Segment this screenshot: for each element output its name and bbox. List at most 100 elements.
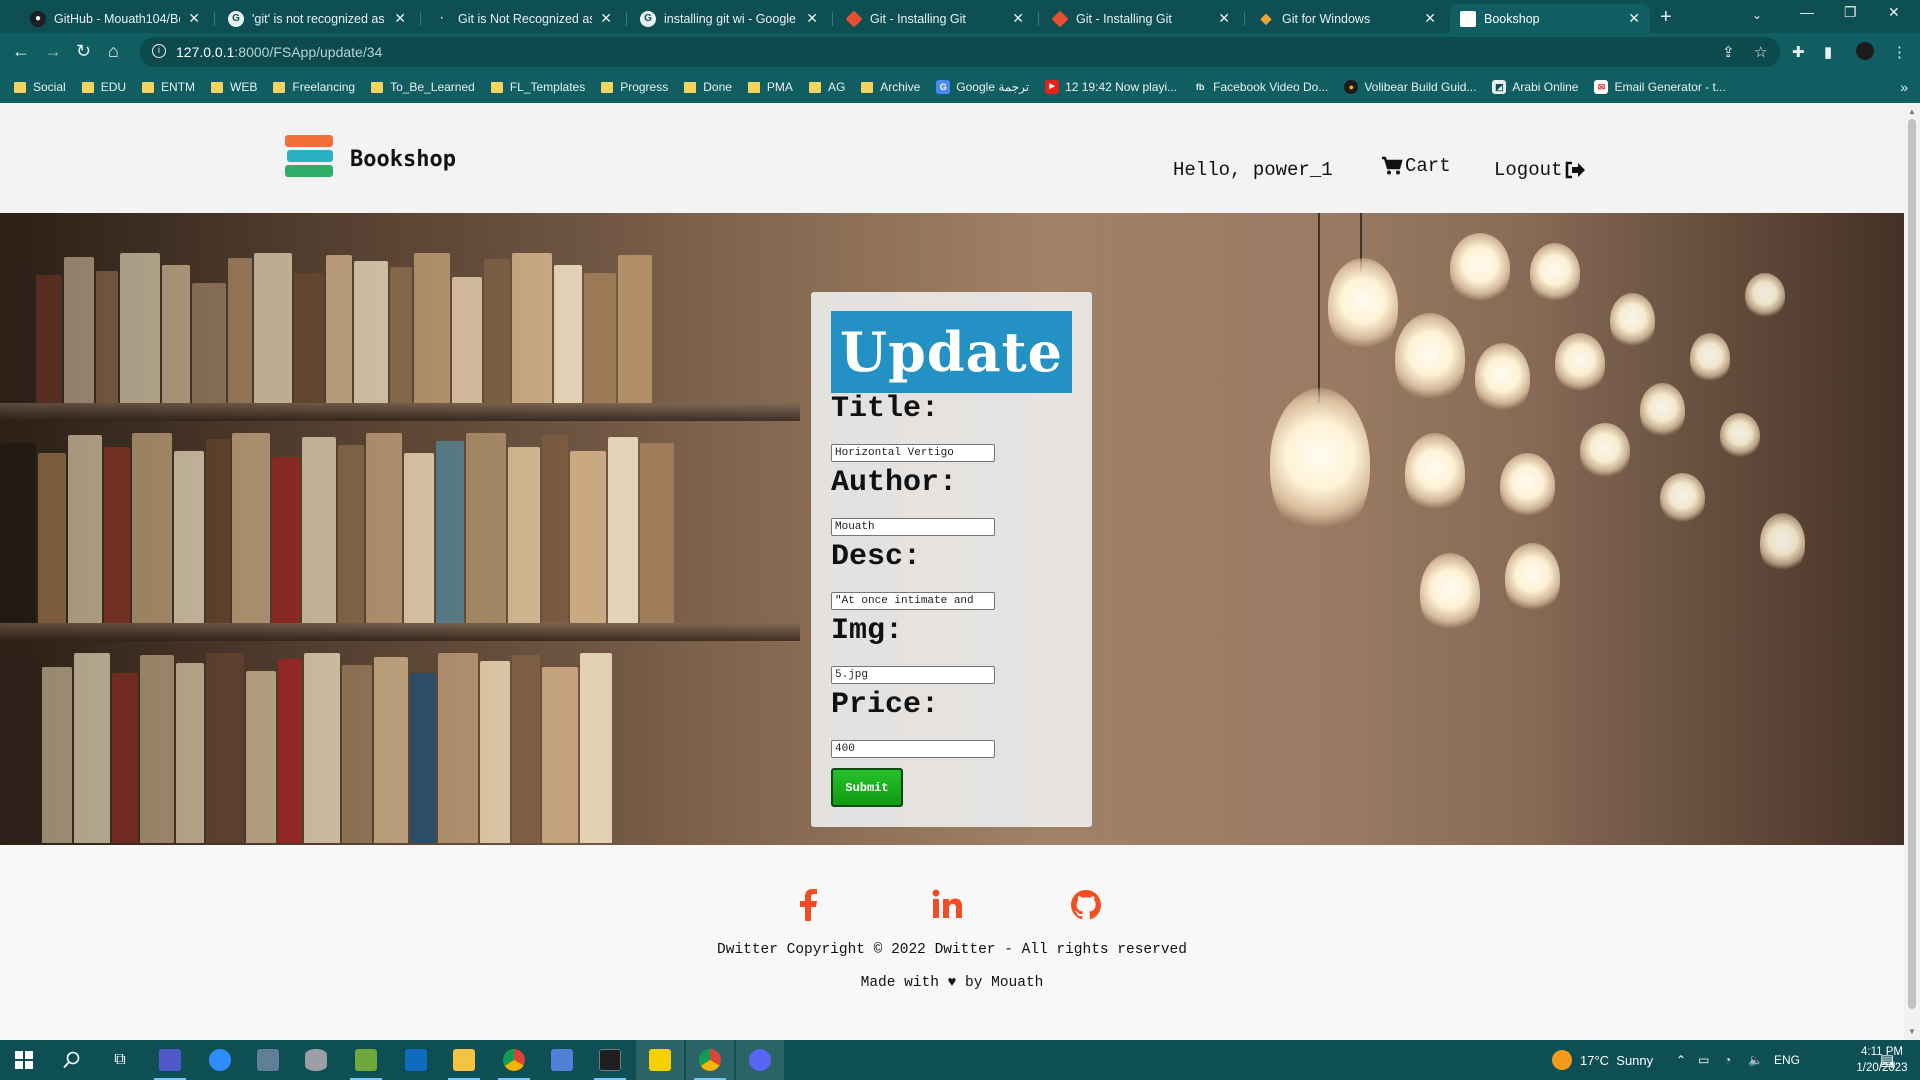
bookmark-label: Freelancing xyxy=(292,80,356,94)
bookshop-logo-icon[interactable] xyxy=(285,133,335,183)
tab-google-search-1[interactable]: G 'git' is not recognized as an ✕ xyxy=(218,4,416,33)
title-input[interactable] xyxy=(831,444,995,462)
close-icon[interactable]: ✕ xyxy=(600,10,612,27)
taskbar-app-zoom[interactable] xyxy=(196,1040,244,1080)
logo-book xyxy=(285,165,333,177)
bookmark-google-translate[interactable]: G Google ترجمة xyxy=(936,80,1029,94)
taskbar-app-excel-tool[interactable] xyxy=(342,1040,390,1080)
home-icon[interactable]: ⌂ xyxy=(108,41,119,62)
menu-kebab-icon[interactable]: ⋮ xyxy=(1892,43,1907,61)
tab-github[interactable]: ● GitHub - Mouath104/Book ✕ xyxy=(20,4,210,33)
price-input[interactable] xyxy=(831,740,995,758)
close-icon[interactable]: ✕ xyxy=(1424,10,1436,27)
close-icon[interactable]: ✕ xyxy=(806,10,818,27)
bookmark-arabi-online[interactable]: ◩ Arabi Online xyxy=(1492,80,1578,94)
taskbar-app-sticky-notes[interactable] xyxy=(636,1040,684,1080)
volume-icon[interactable]: 🔈 xyxy=(1748,1040,1763,1080)
taskbar-app-teams[interactable] xyxy=(146,1040,194,1080)
site-brand[interactable]: Bookshop xyxy=(350,147,456,172)
notifications-icon[interactable]: ▤ 8 xyxy=(1880,1040,1895,1080)
wifi-icon[interactable]: ◔ xyxy=(1724,1040,1731,1080)
bookmark-folder[interactable]: Freelancing xyxy=(273,80,355,94)
address-bar[interactable]: i 127.0.0.1:8000/FSApp/update/34 xyxy=(140,37,1780,67)
img-input[interactable] xyxy=(831,666,995,684)
close-icon[interactable]: ✕ xyxy=(188,10,200,27)
battery-icon[interactable]: ▭ xyxy=(1698,1040,1709,1080)
start-button[interactable] xyxy=(0,1040,48,1080)
back-arrow-icon[interactable]: ← xyxy=(12,41,30,62)
task-view-icon: ⧉ xyxy=(114,1051,126,1068)
bookmark-folder[interactable]: Done xyxy=(684,80,732,94)
desc-input[interactable] xyxy=(831,592,995,610)
tab-google-search-2[interactable]: G installing git wi - Google S ✕ xyxy=(630,4,828,33)
side-panel-icon[interactable]: ▮ xyxy=(1824,43,1832,61)
bookmark-folder[interactable]: Archive xyxy=(861,80,920,94)
bookmark-facebook-video[interactable]: fb Facebook Video Do... xyxy=(1193,80,1328,94)
bookmark-email-generator[interactable]: ✉ Email Generator - t... xyxy=(1594,80,1726,94)
close-icon[interactable]: ✕ xyxy=(1628,10,1640,27)
scroll-thumb[interactable] xyxy=(1908,119,1916,1009)
language-indicator[interactable]: ENG xyxy=(1774,1040,1800,1080)
bookmark-folder[interactable]: ENTM xyxy=(142,80,195,94)
task-view-button[interactable]: ⧉ xyxy=(96,1040,144,1080)
author-input[interactable] xyxy=(831,518,995,536)
taskbar-app-database[interactable] xyxy=(292,1040,340,1080)
taskbar-app-file-explorer[interactable] xyxy=(440,1040,488,1080)
tab-git-not-recognized[interactable]: · Git is Not Recognized as an ✕ xyxy=(424,4,622,33)
cart-link[interactable]: Cart xyxy=(1381,155,1451,177)
logout-link[interactable]: Logout xyxy=(1494,159,1586,181)
bookmarks-overflow-icon[interactable]: » xyxy=(1900,79,1908,95)
site-info-icon[interactable]: i xyxy=(152,44,166,58)
profile-avatar[interactable] xyxy=(1856,42,1874,60)
share-icon[interactable]: ⇪ xyxy=(1722,43,1735,61)
taskbar-app-terminal[interactable] xyxy=(586,1040,634,1080)
taskbar-app-calculator[interactable] xyxy=(244,1040,292,1080)
github-icon[interactable] xyxy=(1070,889,1102,921)
bookmark-folder[interactable]: PMA xyxy=(747,80,793,94)
taskbar-app-discord[interactable] xyxy=(736,1040,784,1080)
tab-separator xyxy=(420,12,421,26)
taskbar-app-chrome-2[interactable] xyxy=(686,1040,734,1080)
linkedin-icon[interactable] xyxy=(932,889,962,919)
bookmark-folder[interactable]: FL_Templates xyxy=(490,80,585,94)
tray-overflow-icon[interactable]: ⌃ xyxy=(1676,1040,1686,1080)
bookmark-folder[interactable]: Progress xyxy=(601,80,668,94)
taskbar-app-outlook[interactable] xyxy=(392,1040,440,1080)
forward-arrow-icon[interactable]: → xyxy=(44,41,62,62)
search-button[interactable] xyxy=(48,1040,96,1080)
new-tab-icon[interactable]: + xyxy=(1660,6,1672,29)
scroll-up-icon[interactable]: ▲ xyxy=(1908,107,1916,116)
tab-git-installing-2[interactable]: ◆ Git - Installing Git ✕ xyxy=(1042,4,1240,33)
git-icon: ◆ xyxy=(1051,10,1069,27)
bookmark-folder[interactable]: WEB xyxy=(211,80,257,94)
tab-search-icon[interactable]: ⌄ xyxy=(1752,8,1762,22)
git-icon: ◆ xyxy=(845,10,863,27)
bookmark-folder[interactable]: To_Be_Learned xyxy=(371,80,475,94)
bookmark-youtube[interactable]: ▶ 12 19:42 Now playi... xyxy=(1045,80,1177,94)
scroll-down-icon[interactable]: ▼ xyxy=(1908,1027,1916,1036)
tab-bookshop[interactable]: Bookshop ✕ xyxy=(1450,4,1650,33)
close-icon[interactable]: ✕ xyxy=(394,10,406,27)
close-window-icon[interactable]: ✕ xyxy=(1888,4,1900,21)
weather-widget[interactable]: 17°C Sunny xyxy=(1552,1040,1653,1080)
reload-icon[interactable]: ↻ xyxy=(76,41,91,62)
close-icon[interactable]: ✕ xyxy=(1012,10,1024,27)
close-icon[interactable]: ✕ xyxy=(1218,10,1230,27)
author-label: Author: xyxy=(831,466,958,500)
minimize-icon[interactable]: — xyxy=(1800,4,1814,20)
bookmark-star-icon[interactable]: ☆ xyxy=(1754,43,1767,61)
bookmark-volibear[interactable]: ● Volibear Build Guid... xyxy=(1344,80,1476,94)
taskbar-app-network[interactable] xyxy=(538,1040,586,1080)
bookmark-folder[interactable]: EDU xyxy=(81,80,126,94)
bookmark-folder[interactable]: AG xyxy=(808,80,845,94)
extensions-icon[interactable]: ✚ xyxy=(1792,43,1805,61)
page-scrollbar[interactable]: ▲ ▼ xyxy=(1904,103,1920,1040)
browser-toolbar: ← → ↻ ⌂ i 127.0.0.1:8000/FSApp/update/34… xyxy=(0,33,1920,71)
tab-git-for-windows[interactable]: ◆ Git for Windows ✕ xyxy=(1248,4,1446,33)
submit-button[interactable]: Submit xyxy=(831,768,903,807)
facebook-icon[interactable] xyxy=(797,889,819,921)
restore-icon[interactable]: ❐ xyxy=(1844,4,1857,21)
bookmark-folder[interactable]: Social xyxy=(14,80,66,94)
tab-git-installing-1[interactable]: ◆ Git - Installing Git ✕ xyxy=(836,4,1034,33)
taskbar-app-chrome-1[interactable] xyxy=(490,1040,538,1080)
